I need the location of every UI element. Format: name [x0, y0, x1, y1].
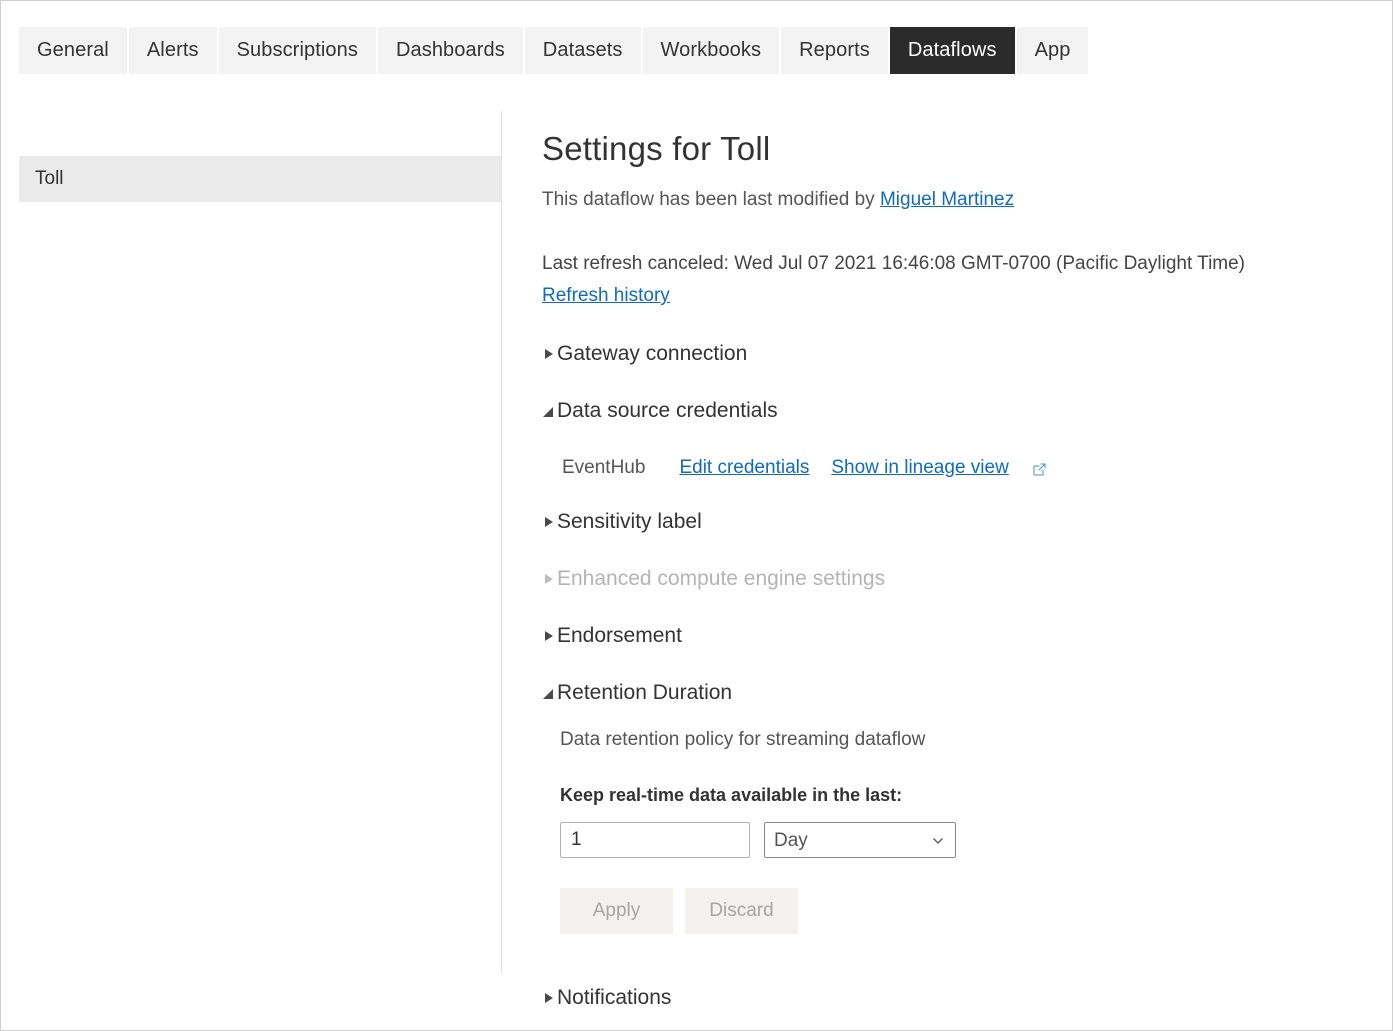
- section-title-sensitivity-label: Sensitivity label: [557, 508, 702, 536]
- tab-reports[interactable]: Reports: [781, 27, 888, 74]
- chevron-right-icon: [542, 340, 556, 368]
- data-source-name: EventHub: [562, 457, 645, 479]
- section-enhanced-compute-engine-settings: Enhanced compute engine settings: [542, 565, 1372, 593]
- section-title-retention-duration: Retention Duration: [557, 679, 732, 707]
- last-modified-line: This dataflow has been last modified by …: [542, 187, 1372, 213]
- tab-alerts[interactable]: Alerts: [129, 27, 217, 74]
- refresh-history-row: Refresh history: [542, 281, 1372, 311]
- sidebar-item-label: Toll: [35, 168, 64, 190]
- section-title-gateway-connection: Gateway connection: [557, 340, 747, 368]
- section-title-enhanced-compute-engine-settings: Enhanced compute engine settings: [557, 565, 885, 593]
- tab-general[interactable]: General: [19, 27, 127, 74]
- retention-unit-select[interactable]: Day Hour Week Month: [764, 822, 956, 858]
- edit-credentials-link[interactable]: Edit credentials: [679, 457, 809, 479]
- section-title-notifications: Notifications: [557, 984, 671, 1012]
- section-title-data-source-credentials: Data source credentials: [557, 397, 778, 425]
- chevron-right-icon: [542, 984, 556, 1012]
- tab-datasets[interactable]: Datasets: [525, 27, 641, 74]
- settings-content-pane: Settings for Toll This dataflow has been…: [542, 111, 1372, 934]
- data-source-credentials-row: EventHub Edit credentials Show in lineag…: [562, 457, 1372, 479]
- section-endorsement[interactable]: Endorsement: [542, 622, 1372, 650]
- retention-action-buttons: Apply Discard: [560, 888, 1372, 934]
- pane-divider: [501, 111, 502, 973]
- discard-button[interactable]: Discard: [685, 888, 798, 934]
- chevron-down-icon: [542, 679, 556, 707]
- dataflow-list-pane: Toll: [1, 111, 501, 973]
- section-title-endorsement: Endorsement: [557, 622, 682, 650]
- last-modified-prefix: This dataflow has been last modified by: [542, 189, 880, 210]
- section-retention-duration[interactable]: Retention Duration: [542, 679, 1372, 707]
- chevron-right-icon: [542, 622, 556, 650]
- tab-workbooks[interactable]: Workbooks: [643, 27, 780, 74]
- tab-dataflows[interactable]: Dataflows: [890, 27, 1015, 74]
- section-sensitivity-label[interactable]: Sensitivity label: [542, 508, 1372, 536]
- refresh-status-block: Last refresh canceled: Wed Jul 07 2021 1…: [542, 249, 1372, 311]
- sidebar-item-toll[interactable]: Toll: [19, 156, 501, 202]
- tab-app[interactable]: App: [1017, 27, 1089, 74]
- retention-unit-select-wrap: Day Hour Week Month: [764, 822, 956, 858]
- refresh-history-link[interactable]: Refresh history: [542, 285, 670, 306]
- dataflow-settings-page: General Alerts Subscriptions Dashboards …: [0, 0, 1393, 1031]
- show-in-lineage-view-link[interactable]: Show in lineage view: [831, 457, 1008, 479]
- retention-field-label: Keep real-time data available in the las…: [560, 785, 1372, 806]
- section-gateway-connection[interactable]: Gateway connection: [542, 340, 1372, 368]
- tab-subscriptions[interactable]: Subscriptions: [219, 27, 376, 74]
- section-data-source-credentials[interactable]: Data source credentials: [542, 397, 1372, 425]
- page-title: Settings for Toll: [542, 129, 1372, 169]
- external-link-icon: [1031, 461, 1047, 477]
- chevron-right-icon: [542, 508, 556, 536]
- tab-dashboards[interactable]: Dashboards: [378, 27, 523, 74]
- last-modified-by-link[interactable]: Miguel Martinez: [880, 189, 1014, 210]
- retention-amount-input[interactable]: [560, 822, 750, 858]
- chevron-down-icon: [542, 397, 556, 425]
- apply-button[interactable]: Apply: [560, 888, 673, 934]
- chevron-right-icon: [542, 565, 556, 593]
- section-notifications[interactable]: Notifications: [542, 984, 671, 1012]
- retention-duration-body: Data retention policy for streaming data…: [560, 727, 1372, 934]
- retention-description: Data retention policy for streaming data…: [560, 727, 1372, 753]
- settings-tab-bar: General Alerts Subscriptions Dashboards …: [19, 27, 1088, 74]
- last-refresh-text: Last refresh canceled: Wed Jul 07 2021 1…: [542, 249, 1372, 279]
- retention-field-row: Day Hour Week Month: [560, 822, 1372, 858]
